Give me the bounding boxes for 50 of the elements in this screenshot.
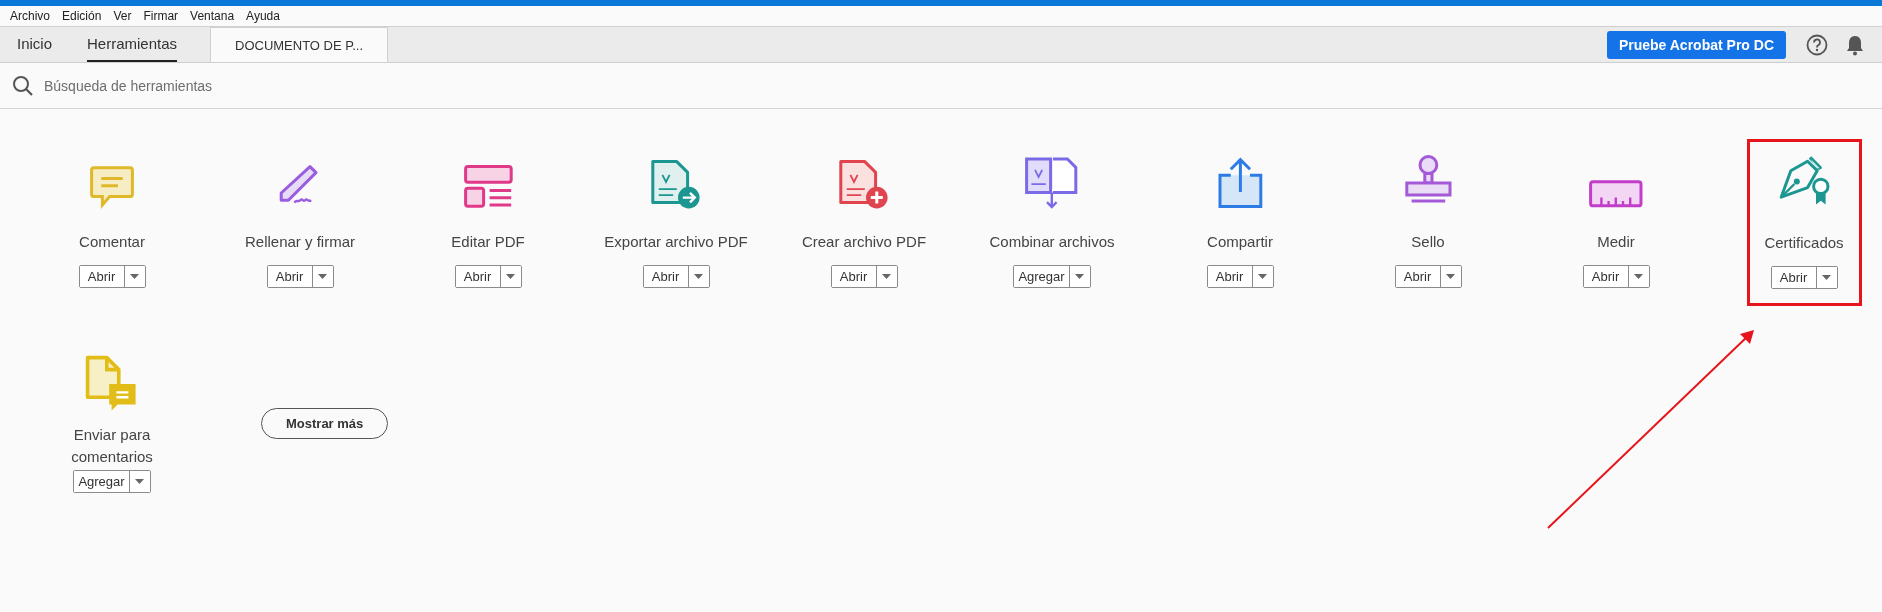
- menu-item[interactable]: Ayuda: [240, 9, 286, 23]
- caret-icon: [130, 274, 139, 279]
- caret-icon: [1075, 274, 1085, 279]
- menu-item[interactable]: Ver: [107, 9, 138, 23]
- tool-label: Medir: [1596, 232, 1636, 252]
- open-button[interactable]: Abrir: [1395, 266, 1441, 287]
- document-tab[interactable]: DOCUMENTO DE P...: [210, 27, 389, 62]
- open-button[interactable]: Abrir: [1583, 266, 1629, 287]
- open-button[interactable]: Agregar: [74, 471, 130, 492]
- tool-label: Enviar para comentarios: [70, 425, 154, 467]
- open-button[interactable]: Abrir: [643, 266, 689, 287]
- open-button[interactable]: Abrir: [1771, 267, 1817, 288]
- tool-label: Editar PDF: [450, 232, 526, 252]
- caret-icon: [1258, 274, 1267, 279]
- tool-label: Rellenar y firmar: [244, 232, 356, 252]
- caret-icon: [1634, 274, 1643, 279]
- tool-label: Combinar archivos: [988, 232, 1116, 252]
- open-button[interactable]: Abrir: [267, 266, 313, 287]
- speech-bubble-icon: [88, 163, 136, 211]
- caret-icon: [506, 274, 515, 279]
- open-button[interactable]: Abrir: [79, 266, 125, 287]
- caret-icon: [135, 479, 145, 484]
- show-more-button[interactable]: Mostrar más: [261, 408, 389, 439]
- open-button[interactable]: Agregar: [1014, 266, 1070, 287]
- menu-item[interactable]: Edición: [56, 9, 108, 23]
- bell-icon[interactable]: [1846, 33, 1864, 56]
- tab[interactable]: Inicio: [17, 27, 53, 62]
- search-icon: [12, 74, 34, 97]
- caret-icon: [882, 274, 891, 279]
- menu-item[interactable]: Ventana: [184, 9, 241, 23]
- menu-item[interactable]: Firmar: [137, 9, 185, 23]
- tool-label: Crear archivo PDF: [800, 232, 928, 252]
- menu-item[interactable]: Archivo: [4, 9, 56, 23]
- tool-label: Sello: [1410, 232, 1446, 252]
- caret-icon: [1822, 275, 1831, 280]
- open-button[interactable]: Abrir: [455, 266, 501, 287]
- search-field[interactable]: Búsqueda de herramientas: [42, 76, 446, 95]
- trial-button[interactable]: Pruebe Acrobat Pro DC: [1606, 30, 1786, 59]
- help-icon[interactable]: [1806, 33, 1828, 56]
- page-layout-icon: [461, 163, 515, 211]
- caret-icon: [694, 274, 703, 279]
- tool-label: Exportar archivo PDF: [603, 232, 749, 252]
- tool-label: Comentar: [78, 232, 146, 252]
- open-button[interactable]: Abrir: [1207, 266, 1253, 287]
- tool-label: Compartir: [1206, 232, 1274, 252]
- open-button[interactable]: Abrir: [831, 266, 877, 287]
- tab[interactable]: Herramientas: [87, 27, 178, 62]
- caret-icon: [1446, 274, 1455, 279]
- caret-icon: [318, 274, 327, 279]
- tool-label: Certificados: [1763, 233, 1845, 253]
